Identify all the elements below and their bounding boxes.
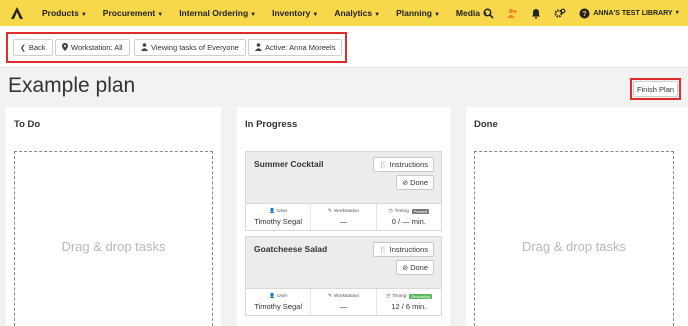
active-user-button[interactable]: Active: Anna Moreels (248, 39, 343, 56)
nav-procurement[interactable]: Procurement ▼ (95, 8, 171, 18)
map-marker-icon (62, 42, 68, 53)
help-icon[interactable]: ? (578, 7, 590, 19)
wrench-icon: ✎ (327, 293, 332, 299)
task-name: Summer Cocktail (254, 159, 324, 169)
gear-icon[interactable] (554, 7, 566, 19)
done-dropzone[interactable]: Drag & drop tasks (474, 151, 674, 326)
viewing-tasks-button[interactable]: Viewing tasks of Everyone (134, 39, 246, 56)
task-workstation: ✎ Workstation — (311, 204, 377, 230)
todo-column-title: To Do (14, 119, 41, 130)
page-title: Example plan (8, 74, 136, 97)
done-column-title: Done (474, 119, 498, 130)
task-user: 👤 User Timothy Segal (246, 289, 312, 315)
workstation-filter-button[interactable]: Workstation: All (55, 39, 130, 56)
search-icon[interactable] (482, 7, 494, 19)
main-menu: Products ▼ Procurement ▼ Internal Ordering… (34, 8, 496, 18)
instructions-button[interactable]: 🍴 Instructions (372, 242, 434, 257)
finish-plan-button[interactable]: Finish Plan (633, 81, 678, 97)
app-logo-icon[interactable] (4, 0, 30, 26)
wrench-icon: ✎ (327, 208, 332, 214)
task-timing: ◷ Timing Recording 12 / 6 min. (386, 293, 432, 311)
task-details: 👤 User Timothy Segal ✎ Workstation — ◷ Timi… (246, 288, 441, 315)
task-details: 👤 User Timothy Segal ✎ Workstation — ◷ Timi… (246, 203, 441, 230)
done-column: Done Drag & drop tasks (466, 107, 688, 326)
todo-column: To Do Drag & drop tasks (6, 107, 221, 326)
instructions-button[interactable]: 🍴 Instructions (372, 157, 434, 172)
check-circle-icon: ⊘ (402, 264, 409, 272)
caret-down-icon: ▼ (674, 10, 680, 16)
user-icon (141, 42, 148, 53)
caret-down-icon: ▼ (250, 12, 257, 18)
nav-planning[interactable]: Planning ▼ (388, 8, 448, 18)
check-circle-icon: ⊘ (402, 179, 409, 187)
nav-internal-ordering[interactable]: Internal Ordering ▼ (171, 8, 264, 18)
done-button[interactable]: ⊘ Done (396, 260, 434, 275)
task-workstation: ✎ Workstation — (311, 289, 377, 315)
task-card[interactable]: Goatcheese Salad 🍴 Instructions ⊘ Done 👤 Us… (245, 236, 442, 316)
caret-down-icon: ▼ (312, 12, 319, 18)
todo-dropzone[interactable]: Drag & drop tasks (14, 151, 213, 326)
user-icon: 👤 (269, 293, 276, 299)
svg-text:?: ? (582, 11, 586, 18)
user-icon (255, 42, 262, 53)
caret-down-icon: ▼ (80, 12, 87, 18)
in-progress-column-title: In Progress (245, 119, 298, 130)
chevron-left-icon: ❮ (20, 44, 26, 52)
nav-inventory[interactable]: Inventory ▼ (264, 8, 326, 18)
top-nav-bar: Products ▼ Procurement ▼ Internal Ordering… (0, 0, 688, 26)
in-progress-column: In Progress Summer Cocktail 🍴 Instruction… (237, 107, 450, 326)
bell-icon[interactable] (530, 7, 542, 19)
task-user: 👤 User Timothy Segal (246, 204, 312, 230)
caret-down-icon: ▼ (374, 12, 381, 18)
back-button[interactable]: ❮ Back (13, 39, 53, 56)
status-badge: Paused (411, 208, 430, 214)
user-icon: 👤 (269, 208, 276, 214)
cutlery-icon: 🍴 (378, 161, 388, 169)
nav-products[interactable]: Products ▼ (34, 8, 95, 18)
task-card[interactable]: Summer Cocktail 🍴 Instructions ⊘ Done 👤 Use… (245, 151, 442, 231)
cutlery-icon: 🍴 (378, 246, 388, 254)
nav-icon-group: ? (482, 0, 590, 26)
status-badge: Recording (409, 293, 432, 299)
task-name: Goatcheese Salad (254, 244, 328, 254)
done-button[interactable]: ⊘ Done (396, 175, 434, 190)
caret-down-icon: ▼ (433, 12, 440, 18)
caret-down-icon: ▼ (157, 12, 164, 18)
clock-icon: ◷ (388, 208, 393, 214)
task-timing: ◷ Timing Paused 0 / — min. (388, 208, 430, 226)
clock-icon: ◷ (386, 293, 391, 299)
user-group-icon[interactable] (506, 7, 518, 19)
nav-analytics[interactable]: Analytics ▼ (326, 8, 388, 18)
library-menu[interactable]: ANNA'S TEST LIBRARY ▼ (593, 0, 680, 26)
